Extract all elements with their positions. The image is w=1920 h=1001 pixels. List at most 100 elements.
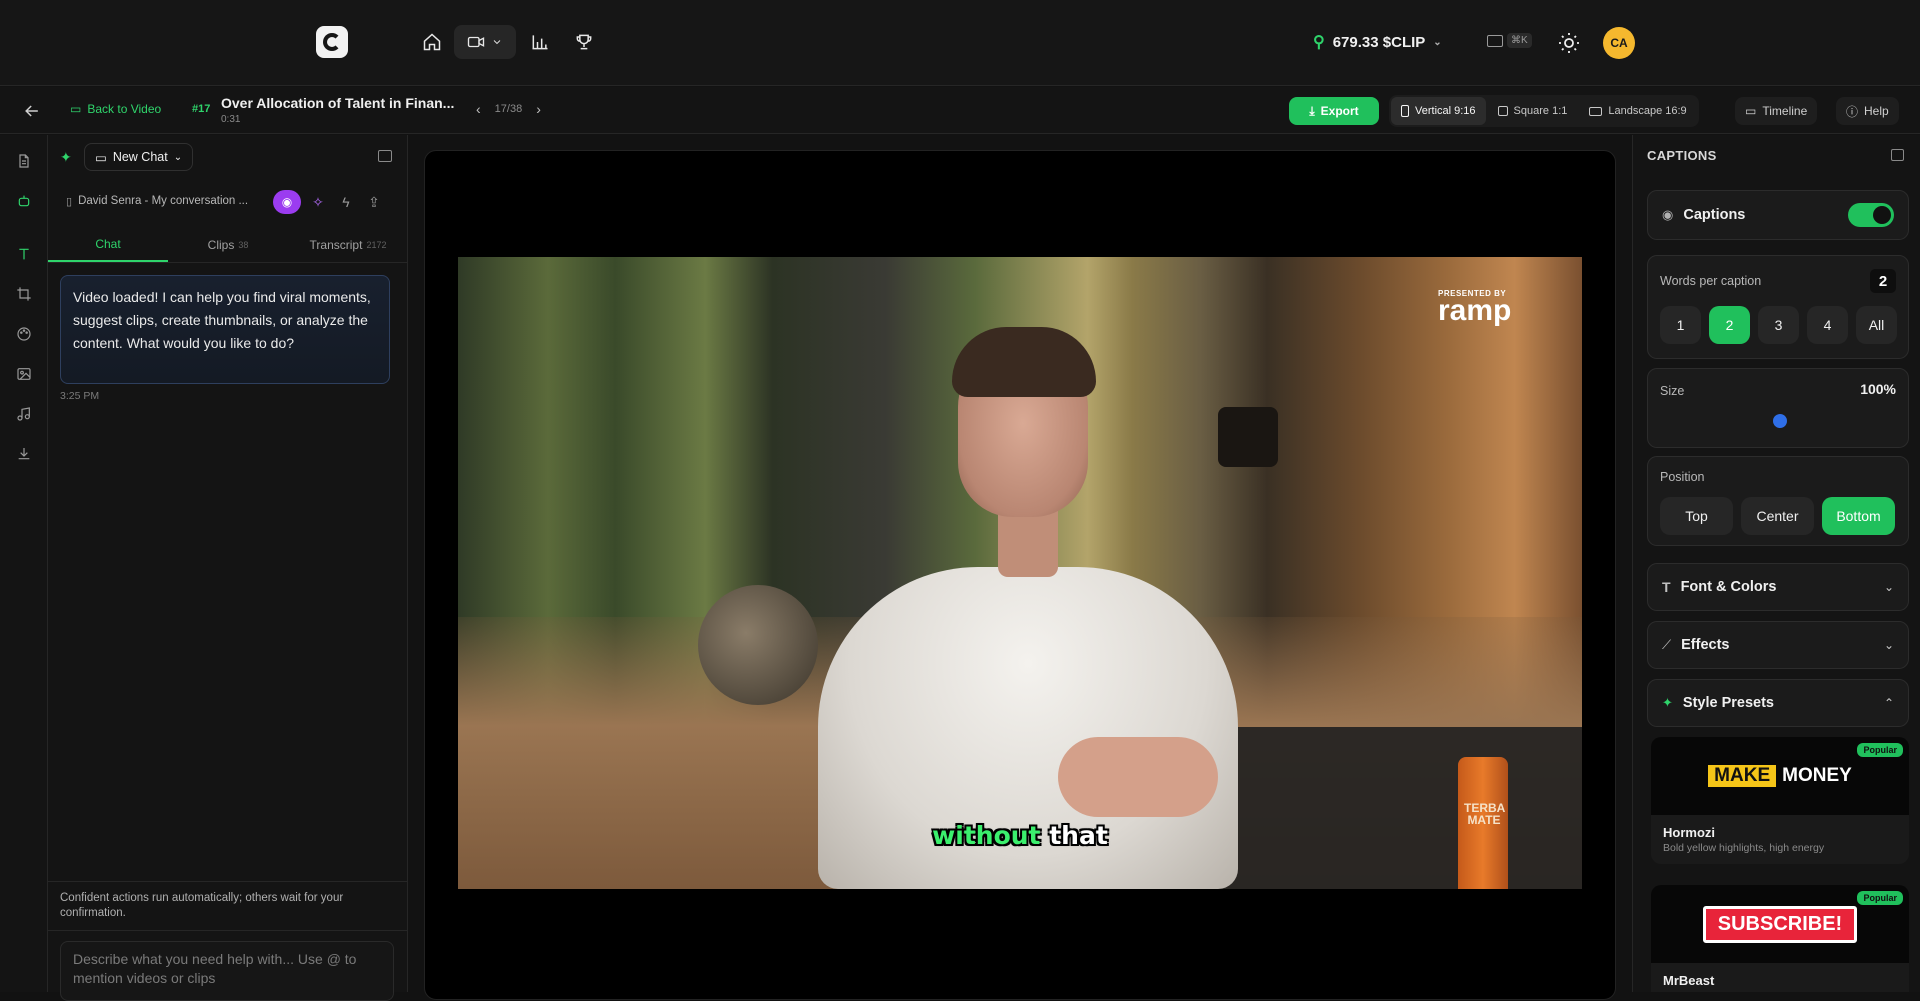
collapse-panel-icon[interactable] (378, 150, 392, 162)
help-icon: ⓘ (1846, 104, 1859, 119)
aspect-vertical[interactable]: Vertical 9:16 (1391, 97, 1486, 125)
effects-section[interactable]: ⟋ Effects ⌄ (1647, 621, 1909, 669)
chat-input[interactable]: Describe what you need help with... Use … (60, 941, 394, 1001)
word-option-4[interactable]: 4 (1807, 306, 1848, 344)
position-top[interactable]: Top (1660, 497, 1733, 535)
popular-badge: Popular (1857, 891, 1903, 905)
balance-value: 679.33 $CLIP (1332, 33, 1426, 51)
video-camera-icon (467, 36, 485, 48)
aspect-label: Square 1:1 (1513, 105, 1568, 117)
tab-transcript[interactable]: Transcript 2172 (288, 227, 408, 262)
timeline-button[interactable]: ▭ Timeline (1735, 97, 1818, 125)
word-option-3[interactable]: 3 (1758, 306, 1799, 344)
video-menu-button[interactable] (454, 25, 516, 59)
crop-icon[interactable] (14, 284, 34, 304)
video-lamp (1218, 407, 1278, 467)
theme-toggle-sun-icon[interactable] (1557, 31, 1581, 55)
video-icon: ▭ (70, 102, 82, 116)
magic-wand-icon: ⟋ (1662, 637, 1672, 652)
back-to-video-link[interactable]: ▭ Back to Video (70, 102, 161, 116)
music-icon[interactable] (14, 404, 34, 424)
words-per-caption-value: 2 (1870, 269, 1896, 293)
image-icon[interactable] (14, 364, 34, 384)
preset-hormozi[interactable]: Popular MAKE MONEY Hormozi Bold yellow h… (1651, 737, 1909, 864)
word-option-1[interactable]: 1 (1660, 306, 1701, 344)
video-frame[interactable]: TERBA MATE PRESENTED BY ramp without tha… (458, 257, 1582, 889)
balance-dropdown[interactable]: ⚲ 679.33 $CLIP ⌄ (1313, 30, 1442, 54)
next-clip-icon[interactable]: › (536, 101, 541, 117)
download-icon[interactable] (14, 444, 34, 464)
chevron-up-icon: ⌃ (1883, 696, 1894, 710)
size-card: Size 100% (1647, 368, 1909, 448)
help-button[interactable]: ⓘ Help (1836, 97, 1899, 125)
captions-toggle-card: ◉ Captions (1647, 190, 1909, 240)
text-icon[interactable] (14, 244, 34, 264)
thumb-word: MONEY (1782, 765, 1852, 786)
home-icon[interactable] (419, 29, 445, 55)
font-colors-section[interactable]: T Font & Colors ⌄ (1647, 563, 1909, 611)
tab-chat[interactable]: Chat (48, 227, 168, 262)
aspect-landscape[interactable]: Landscape 16:9 (1579, 97, 1696, 125)
word-option-all[interactable]: All (1856, 306, 1897, 344)
preset-name: MrBeast (1663, 973, 1715, 988)
watermark-brand: ramp (1438, 294, 1512, 327)
analytics-icon[interactable] (527, 29, 553, 55)
trophy-icon[interactable] (571, 29, 597, 55)
previous-clip-icon[interactable]: ‹ (476, 101, 481, 117)
position-bottom[interactable]: Bottom (1822, 497, 1895, 535)
aspect-square[interactable]: Square 1:1 (1488, 97, 1578, 125)
aspect-label: Vertical 9:16 (1415, 105, 1476, 117)
thumb-word-highlight: MAKE (1708, 765, 1777, 787)
captions-toggle[interactable] (1848, 203, 1894, 227)
new-chat-button[interactable]: ▭ New Chat ⌄ (84, 143, 194, 171)
preset-thumbnail: Popular MAKE MONEY (1651, 737, 1909, 815)
command-shortcut[interactable]: ⌘K (1487, 33, 1532, 48)
chevron-down-icon: ⌄ (1433, 36, 1442, 48)
palette-icon[interactable] (14, 324, 34, 344)
size-label: Size (1660, 384, 1685, 398)
preset-mrbeast[interactable]: Popular SUBSCRIBE! MrBeast (1651, 885, 1909, 992)
size-slider-handle[interactable] (1773, 414, 1787, 428)
position-label: Position (1660, 470, 1705, 484)
monitor-icon (1589, 106, 1603, 116)
chevron-down-icon: ⌄ (1883, 638, 1894, 652)
tab-clips[interactable]: Clips 38 (168, 227, 288, 262)
help-label: Help (1864, 104, 1889, 118)
caption-highlight-word: without (932, 821, 1041, 850)
lightning-icon[interactable]: ϟ (337, 193, 355, 211)
user-avatar[interactable]: CA (1603, 27, 1635, 59)
style-presets-section[interactable]: ✦ Style Presets ⌃ (1647, 679, 1909, 727)
aspect-ratio-selector: Vertical 9:16 Square 1:1 Landscape 16:9 (1389, 95, 1699, 127)
top-navigation: ⚲ 679.33 $CLIP ⌄ ⌘K CA (0, 0, 1920, 86)
position-card: Position Top Center Bottom (1647, 456, 1909, 546)
captions-label: Captions (1683, 207, 1746, 223)
position-center[interactable]: Center (1741, 497, 1814, 535)
file-icon: ▯ (66, 195, 73, 208)
tab-count: 2172 (366, 239, 387, 250)
document-icon[interactable] (14, 151, 34, 171)
share-icon[interactable]: ⇪ (365, 193, 383, 211)
preset-thumbnail: Popular SUBSCRIBE! (1651, 885, 1909, 963)
square-icon (1497, 106, 1508, 116)
shortcut-label: ⌘K (1507, 33, 1532, 48)
export-button[interactable]: ⤓ Export (1289, 97, 1379, 125)
effects-label: Effects (1681, 637, 1730, 653)
magic-sparkle-icon[interactable]: ✧ (309, 193, 327, 211)
conversation-title[interactable]: David Senra - My conversation ... (78, 195, 278, 207)
collapse-panel-icon[interactable] (1891, 149, 1904, 161)
caption-preview[interactable]: without that (458, 821, 1582, 850)
app-logo[interactable] (316, 26, 348, 58)
eye-icon: ◉ (1662, 207, 1674, 222)
clip-pager: ‹ 17/38 › (476, 101, 541, 117)
back-arrow-icon[interactable] (22, 101, 42, 121)
sponsor-watermark: PRESENTED BY ramp (1438, 289, 1512, 327)
tab-label: Chat (95, 236, 121, 251)
vertical-icon (1401, 105, 1409, 117)
brain-mode-button[interactable]: ◉ (273, 190, 301, 214)
pager-label: 17/38 (494, 103, 523, 115)
robot-icon[interactable] (14, 191, 34, 211)
chat-bubble-icon: ▭ (95, 150, 107, 165)
confident-actions-note: Confident actions run automatically; oth… (48, 881, 408, 931)
words-per-caption-card: Words per caption 2 1 2 3 4 All (1647, 255, 1909, 359)
word-option-2[interactable]: 2 (1709, 306, 1750, 344)
